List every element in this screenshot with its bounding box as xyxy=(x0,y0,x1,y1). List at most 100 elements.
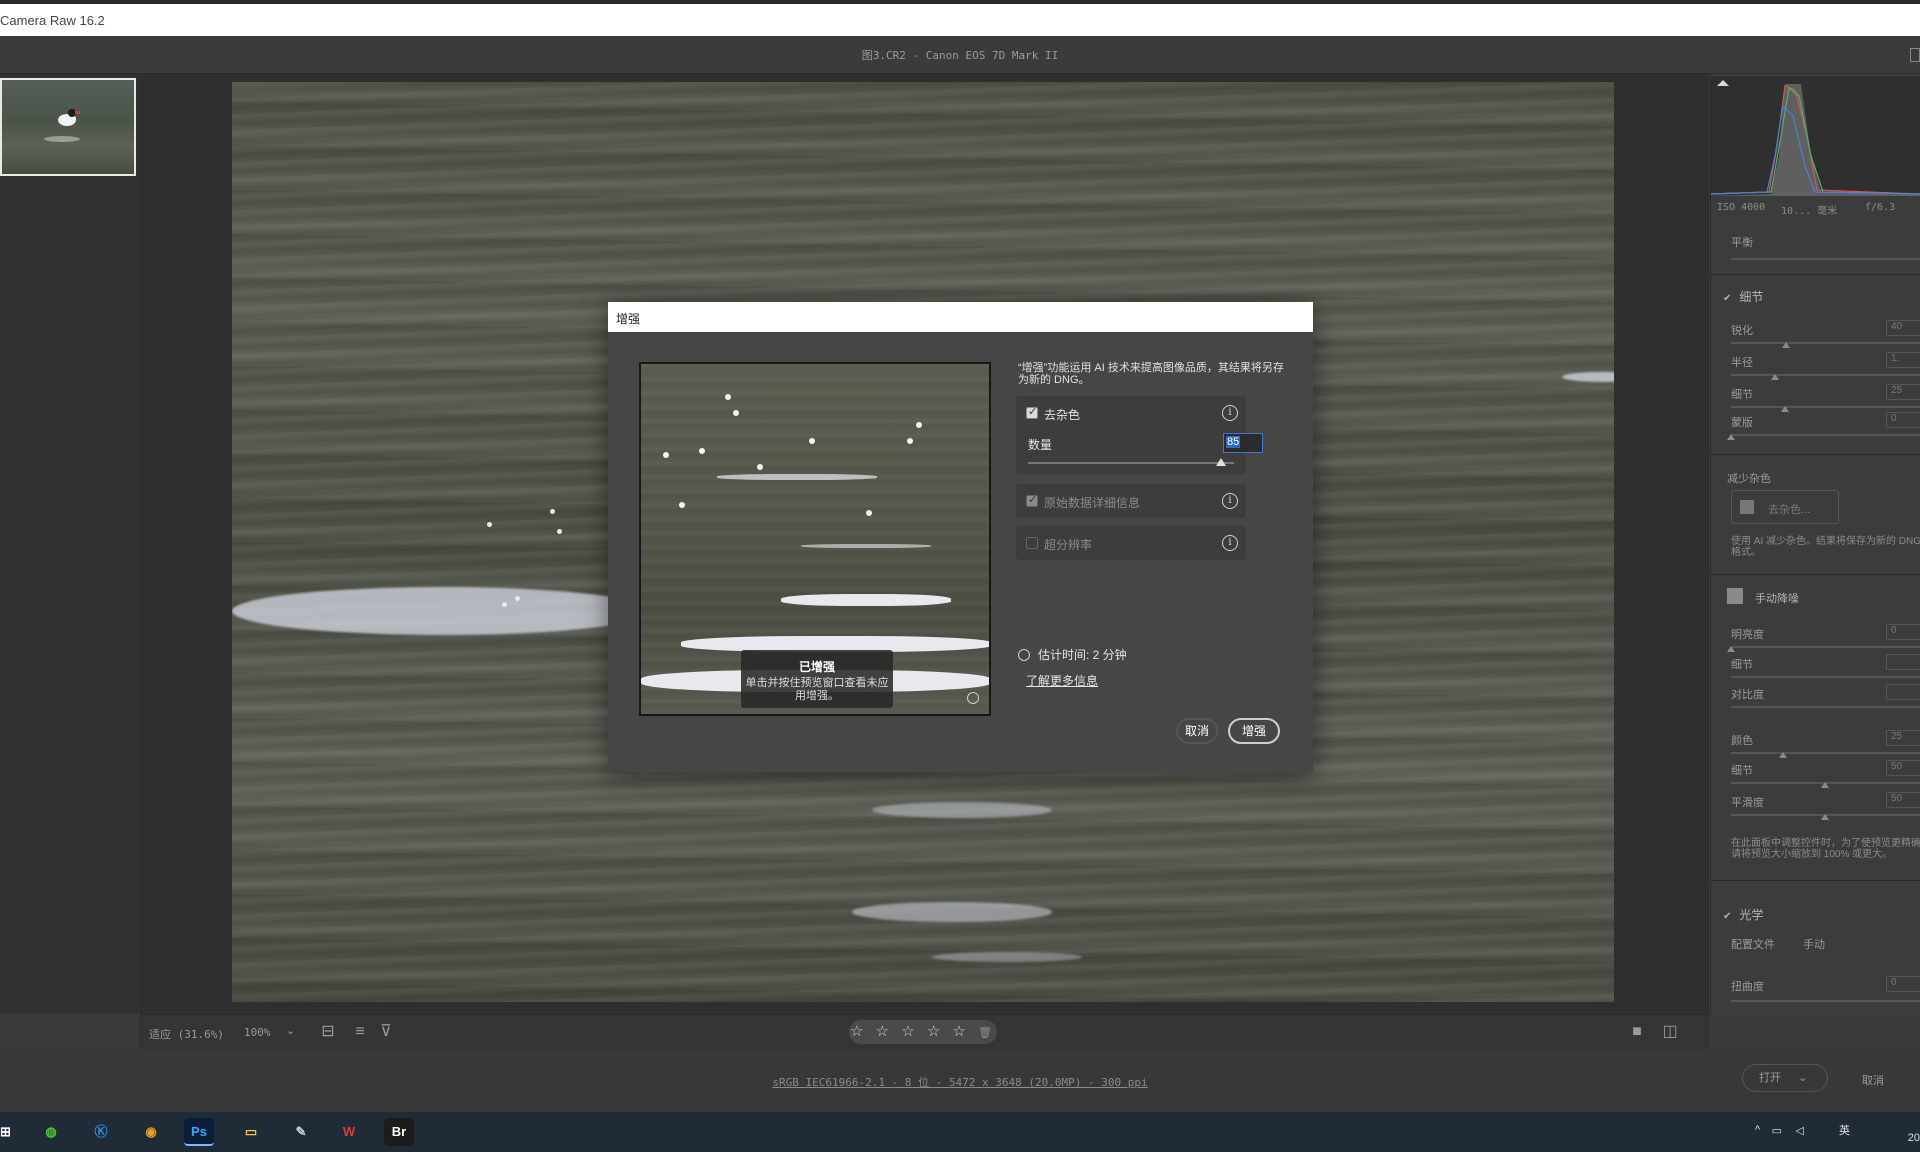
raw-details-label: 原始数据详细信息 xyxy=(1044,496,1141,510)
cancel-button[interactable]: 取消 xyxy=(1176,718,1218,744)
denoise-panel-button[interactable]: 去杂色... xyxy=(1731,490,1839,524)
zoom-100-button[interactable]: 100% xyxy=(244,1026,271,1039)
mask-value[interactable]: 0 xyxy=(1886,412,1920,428)
dialog-description: “增强”功能运用 AI 技术来提高图像品质，其结果将另存为新的 DNG。 xyxy=(1018,362,1284,386)
mask-slider[interactable] xyxy=(1731,434,1920,436)
amount-slider-thumb[interactable] xyxy=(1216,458,1226,466)
raw-details-option: 原始数据详细信息 i xyxy=(1016,484,1246,518)
luminance-value[interactable]: 0 xyxy=(1886,624,1920,640)
info-icon[interactable]: i xyxy=(1222,405,1238,421)
file-explorer-icon[interactable]: ▭ xyxy=(236,1118,266,1146)
contrast-slider[interactable] xyxy=(1731,706,1920,708)
smoothness-value[interactable]: 50 xyxy=(1886,792,1920,808)
sort-icon[interactable]: ≡ xyxy=(349,1021,371,1043)
amount-input[interactable]: 85 xyxy=(1223,433,1263,453)
super-resolution-label: 超分辨率 xyxy=(1044,538,1093,552)
k-app-icon[interactable]: Ⓚ xyxy=(86,1118,116,1146)
zoom-dropdown-icon[interactable]: ⌄ xyxy=(286,1024,295,1037)
estimated-time: 估计时间: 2 分钟 xyxy=(1018,646,1127,663)
bridge-icon[interactable]: Br xyxy=(384,1118,414,1146)
chrome-icon[interactable]: ◉ xyxy=(136,1118,166,1146)
chevron-down-icon: ✔ xyxy=(1723,293,1732,304)
network-icon[interactable]: ▭ xyxy=(1772,1124,1782,1137)
distortion-label: 扭曲度 xyxy=(1731,981,1764,993)
file-info-bar: 图3.CR2 - Canon EOS 7D Mark II xyxy=(0,36,1920,74)
image-info-link[interactable]: sRGB IEC61966-2.1 - 8 位 - 5472 x 3648 (2… xyxy=(0,1074,1920,1090)
delete-icon[interactable]: 🗑 xyxy=(978,1027,996,1039)
lum-detail-label: 细节 xyxy=(1731,659,1753,671)
photoshop-icon[interactable]: Ps xyxy=(184,1118,214,1146)
color-slider[interactable] xyxy=(1731,752,1920,754)
sharpen-value[interactable]: 40 xyxy=(1886,320,1920,336)
profile-tab[interactable]: 配置文件 xyxy=(1731,936,1775,952)
color-detail-value[interactable]: 50 xyxy=(1886,760,1920,776)
balance-slider[interactable] xyxy=(1731,258,1920,260)
detail-slider[interactable] xyxy=(1731,406,1920,408)
distortion-slider[interactable] xyxy=(1731,1000,1920,1002)
raw-details-checkbox[interactable] xyxy=(1026,493,1038,507)
detail-section-header[interactable]: ✔ 细节 xyxy=(1723,288,1763,305)
fullscreen-icon[interactable] xyxy=(1910,48,1920,62)
manual-tab[interactable]: 手动 xyxy=(1803,936,1825,952)
super-resolution-checkbox[interactable] xyxy=(1026,537,1038,549)
denoise-label: 去杂色 xyxy=(1044,408,1081,422)
rating-stars[interactable]: ☆ ☆ ☆ ☆ ☆ 🗑 xyxy=(849,1020,997,1044)
amount-label: 数量 xyxy=(1028,438,1053,452)
clock[interactable]: 20 xyxy=(1908,1132,1920,1144)
exif-info: ISO 4000 10... 毫米 f/6.3 xyxy=(1717,202,1896,217)
learn-more-link[interactable]: 了解更多信息 xyxy=(1026,672,1098,689)
info-icon[interactable]: i xyxy=(1222,535,1238,551)
manual-noise-title: 手动降噪 xyxy=(1755,593,1799,605)
distortion-value[interactable]: 0 xyxy=(1886,976,1920,992)
lum-detail-slider[interactable] xyxy=(1731,676,1920,678)
browser-360-icon[interactable]: ◍ xyxy=(36,1118,66,1146)
preview-tip-body: 单击并按住预览窗口查看未应用增强。 xyxy=(745,677,889,702)
amount-slider-track[interactable] xyxy=(1028,462,1234,464)
info-icon[interactable]: i xyxy=(1222,493,1238,509)
optics-section-header[interactable]: ✔ 光学 xyxy=(1723,906,1763,923)
start-icon[interactable]: ⊞ xyxy=(0,1118,11,1146)
enhance-button[interactable]: 增强 xyxy=(1228,718,1280,744)
zoom-fit-button[interactable]: 适应 (31.6%) xyxy=(149,1026,224,1042)
denoise-checkbox[interactable] xyxy=(1026,405,1038,419)
luminance-slider[interactable] xyxy=(1731,646,1920,648)
balance-label: 平衡 xyxy=(1731,237,1753,249)
zoom-icon[interactable] xyxy=(967,692,979,704)
compare-view-icon[interactable]: ◫ xyxy=(1659,1021,1681,1043)
cancel-status-button[interactable]: 取消 xyxy=(1862,1072,1884,1088)
filmstrip-thumbnail[interactable] xyxy=(0,78,136,176)
color-detail-label: 细节 xyxy=(1731,765,1753,777)
enhance-dialog: 增强 已增强 单击并按住预览窗口查看未应用增强。 “增强”功能运用 AI 技术来… xyxy=(608,302,1313,772)
open-button[interactable]: 打开 ⌄ xyxy=(1742,1064,1828,1092)
contrast-label: 对比度 xyxy=(1731,689,1764,701)
histogram xyxy=(1711,76,1920,196)
manual-noise-icon xyxy=(1727,588,1743,604)
denoise-option: 去杂色 i 数量 85 xyxy=(1016,396,1263,474)
luminance-label: 明亮度 xyxy=(1731,629,1764,641)
enhance-preview[interactable]: 已增强 单击并按住预览窗口查看未应用增强。 xyxy=(639,362,991,716)
status-bar: sRGB IEC61966-2.1 - 8 位 - 5472 x 3648 (2… xyxy=(0,1050,1920,1112)
reduce-noise-title: 减少杂色 xyxy=(1727,473,1771,485)
radius-value[interactable]: 1. xyxy=(1886,352,1920,368)
denoise-icon xyxy=(1740,500,1754,514)
volume-icon[interactable]: ◁ xyxy=(1796,1124,1804,1137)
ime-indicator[interactable]: 英 xyxy=(1839,1122,1850,1138)
contrast-value[interactable] xyxy=(1886,684,1920,700)
lum-detail-value[interactable] xyxy=(1886,654,1920,670)
radius-slider[interactable] xyxy=(1731,374,1920,376)
color-value[interactable]: 25 xyxy=(1886,730,1920,746)
filmstrip-toggle-icon[interactable]: ⊟ xyxy=(317,1021,339,1043)
sharpen-slider[interactable] xyxy=(1731,342,1920,344)
single-view-icon[interactable]: ■ xyxy=(1626,1021,1648,1043)
detail-value[interactable]: 25 xyxy=(1886,384,1920,400)
filter-icon[interactable]: ⊽ xyxy=(375,1021,397,1043)
window-title: Camera Raw 16.2 xyxy=(0,13,105,28)
mask-label: 蒙版 xyxy=(1731,417,1753,429)
paint-icon[interactable]: ✎ xyxy=(286,1118,316,1146)
clock-icon xyxy=(1018,649,1030,661)
wps-icon[interactable]: W xyxy=(334,1118,364,1146)
tray-up-icon[interactable]: ^ xyxy=(1755,1124,1760,1136)
panel-zoom-note: 在此面板中调整控件时，为了使预览更精确，请将预览大小缩放到 100% 或更大。 xyxy=(1731,838,1920,860)
dialog-title: 增强 xyxy=(616,312,641,326)
smoothness-label: 平滑度 xyxy=(1731,797,1764,809)
